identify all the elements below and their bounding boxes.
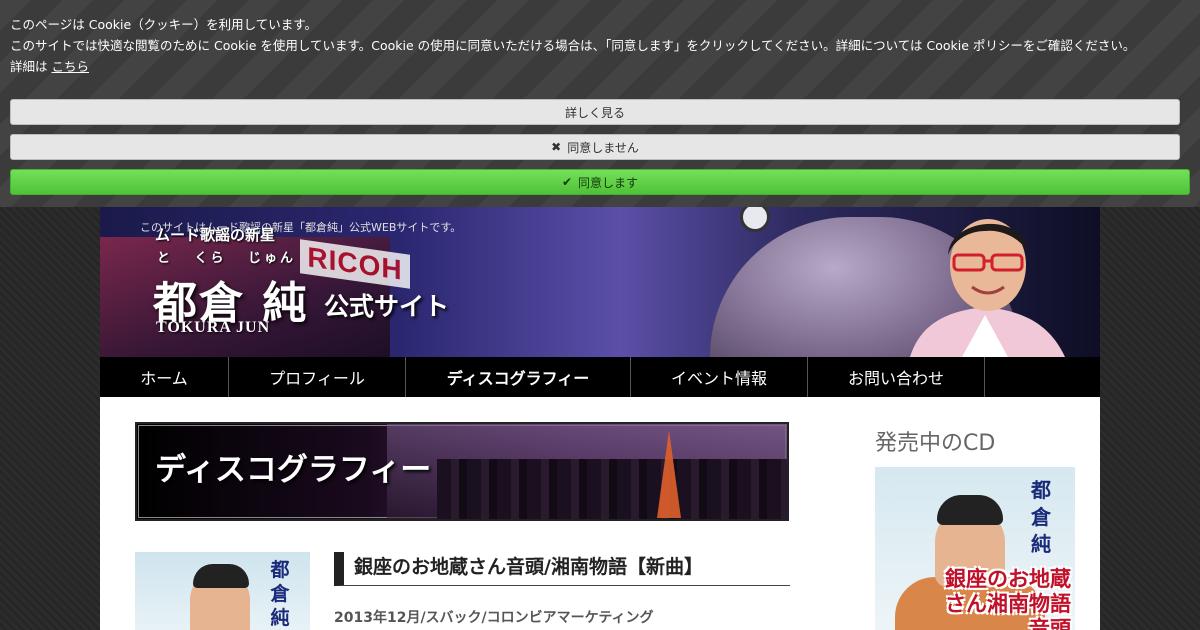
header-name-ruby: と くら じゅん — [157, 251, 297, 266]
site-header: RICOH このサイトはムード歌謡の新星「都倉純」公式WEBサイトです。 ムード… — [100, 207, 1100, 357]
cd-jacket-artist: 都倉純 — [1031, 478, 1051, 556]
nav-item-profile[interactable]: プロフィール — [229, 357, 406, 397]
cd-thumb-hair — [193, 564, 249, 588]
clock-icon — [740, 207, 770, 232]
cookie-detail-link[interactable]: こちら — [52, 59, 90, 74]
site-logo-official: 公式サイト — [324, 292, 450, 321]
main-nav: ホーム プロフィール ディスコグラフィー イベント情報 お問い合わせ — [100, 357, 1100, 397]
close-icon: ✖ — [551, 140, 562, 154]
cookie-more-label: 詳しく見る — [564, 105, 625, 120]
song-release-info: 2013年12月/スバック/コロンビアマーケティング — [334, 610, 654, 626]
cookie-line-2: このサイトでは快適な閲覧のために Cookie を使用しています。Cookie … — [10, 38, 1136, 53]
cookie-detail-prefix: 詳細は — [10, 59, 48, 74]
site-logo-romaji: TOKURA JUN — [156, 319, 271, 336]
page-title-banner: ディスコグラフィー — [135, 422, 789, 521]
cookie-message: このページは Cookie（クッキー）を利用しています。 このサイトでは快適な閲… — [10, 14, 1135, 77]
header-catchphrase: ムード歌謡の新星 — [155, 226, 276, 244]
header-portrait — [910, 219, 1065, 357]
cd-jacket-hair — [937, 495, 1003, 525]
cd-jacket-title: 銀座のお地蔵さん湘南物語音頭 — [945, 567, 1071, 630]
cookie-decline-label: 同意しません — [567, 140, 639, 155]
tokyo-tower-icon — [657, 430, 681, 518]
page-title: ディスコグラフィー — [155, 452, 432, 488]
sidebar-cd-jacket[interactable]: 都倉純 銀座のお地蔵さん湘南物語音頭 — [875, 467, 1075, 630]
cookie-decline-button[interactable]: ✖ 同意しません — [10, 134, 1180, 160]
cookie-banner: このページは Cookie（クッキー）を利用しています。 このサイトでは快適な閲… — [0, 0, 1200, 207]
cookie-line-1: このページは Cookie（クッキー）を利用しています。 — [10, 17, 318, 32]
cd-jacket-thumbnail[interactable]: 都倉純 — [135, 552, 310, 630]
cookie-detail: 詳細は こちら — [10, 56, 1135, 77]
cookie-accept-button[interactable]: ✔ 同意します — [10, 169, 1190, 195]
nav-item-events[interactable]: イベント情報 — [631, 357, 808, 397]
nav-item-contact[interactable]: お問い合わせ — [808, 357, 985, 397]
banner-skyline-image — [437, 459, 787, 519]
cd-thumb-artist: 都倉純 — [270, 559, 290, 629]
sidebar-heading: 発売中のCD — [875, 431, 996, 456]
cookie-more-button[interactable]: 詳しく見る — [10, 99, 1180, 125]
main-content: ディスコグラフィー 都倉純 銀座のお地蔵さん音頭/湘南物語【新曲】 2013年1… — [100, 397, 1100, 630]
cookie-accept-label: 同意します — [578, 175, 639, 190]
nav-item-home[interactable]: ホーム — [100, 357, 229, 397]
nav-item-discography[interactable]: ディスコグラフィー — [406, 357, 631, 397]
check-icon: ✔ — [561, 175, 573, 189]
song-title: 銀座のお地蔵さん音頭/湘南物語【新曲】 — [334, 552, 790, 586]
